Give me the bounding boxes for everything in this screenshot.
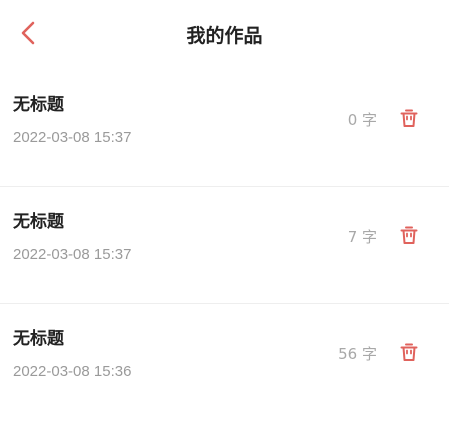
works-list: 无标题 2022-03-08 15:37 0 字 无标题 2022-03-08 …: [0, 70, 449, 421]
page-title: 我的作品: [186, 25, 263, 47]
word-count: 7 字: [347, 228, 377, 246]
top-bar: 我的作品: [0, 0, 449, 70]
work-date: 2022-03-08 15:37: [13, 129, 132, 146]
work-date: 2022-03-08 15:36: [13, 363, 132, 380]
list-item[interactable]: 无标题 2022-03-08 15:37 0 字: [0, 70, 449, 187]
trash-icon[interactable]: [398, 107, 420, 129]
list-item[interactable]: 无标题 2022-03-08 15:37 7 字: [0, 187, 449, 304]
list-item[interactable]: 无标题 2022-03-08 15:36 56 字: [0, 304, 449, 421]
trash-icon[interactable]: [398, 224, 420, 246]
work-title: 无标题: [13, 95, 64, 115]
word-count: 0 字: [347, 111, 377, 129]
trash-icon[interactable]: [398, 341, 420, 363]
work-date: 2022-03-08 15:37: [13, 246, 132, 263]
word-count: 56 字: [338, 345, 377, 363]
work-title: 无标题: [13, 329, 64, 349]
work-title: 无标题: [13, 212, 64, 232]
